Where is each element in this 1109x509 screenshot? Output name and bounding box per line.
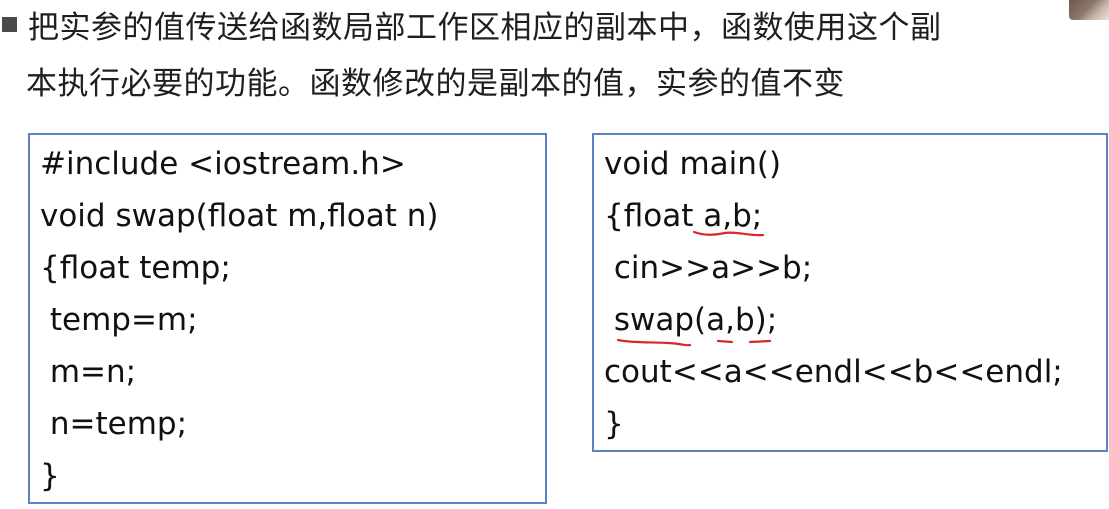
swap-function-code-box: #include <iostream.h> void swap(float m,…: [28, 133, 547, 504]
main-function-code: void main() {float a,b; cin>>a>>b; swap(…: [604, 138, 1063, 450]
slide: 把实参的值传送给函数局部工作区相应的副本中，函数使用这个副 本执行必要的功能。函…: [0, 0, 1109, 509]
code-line: {float a,b;: [604, 198, 763, 234]
code-line: swap(a,b);: [604, 302, 778, 338]
main-function-code-box: void main() {float a,b; cin>>a>>b; swap(…: [592, 133, 1108, 452]
bullet-square-icon: [2, 17, 17, 32]
code-line: m=n;: [40, 354, 137, 390]
code-line: void swap(float m,float n): [40, 198, 439, 234]
swap-function-code: #include <iostream.h> void swap(float m,…: [40, 138, 439, 502]
code-line: cout<<a<<endl<<b<<endl;: [604, 354, 1063, 390]
paragraph-line-1: 把实参的值传送给函数局部工作区相应的副本中，函数使用这个副: [28, 10, 942, 46]
code-line: }: [40, 458, 60, 494]
code-line: {float temp;: [40, 250, 231, 286]
code-line: #include <iostream.h>: [40, 146, 406, 182]
code-line: void main(): [604, 146, 782, 182]
presenter-thumbnail: [1069, 0, 1109, 20]
code-line: cin>>a>>b;: [604, 250, 813, 286]
code-line: n=temp;: [40, 406, 188, 442]
code-line: }: [604, 406, 624, 442]
paragraph-line-2: 本执行必要的功能。函数修改的是副本的值，实参的值不变: [26, 66, 845, 102]
code-line: temp=m;: [40, 302, 198, 338]
description-paragraph: 把实参的值传送给函数局部工作区相应的副本中，函数使用这个副 本执行必要的功能。函…: [26, 0, 1088, 112]
